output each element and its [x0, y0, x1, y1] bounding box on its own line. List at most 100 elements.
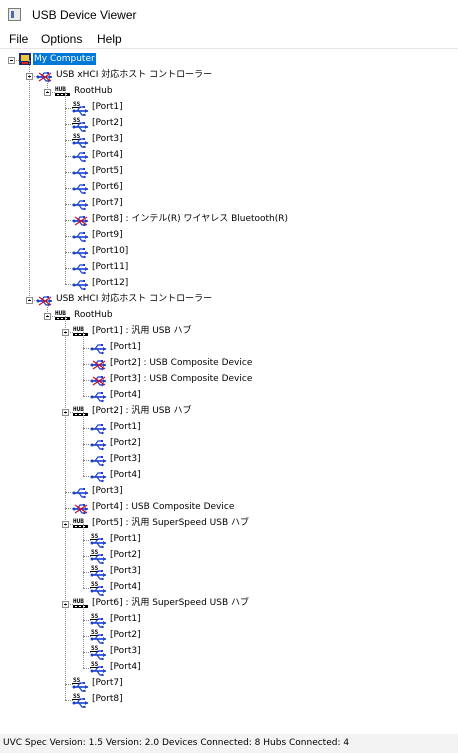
tree-node-label: [Port3] : USB Composite Device	[110, 374, 253, 384]
tree-node-label: [Port4]	[110, 470, 141, 480]
tree-node-label: [Port5]	[92, 166, 123, 176]
tree-node-label: [Port7]	[92, 198, 123, 208]
hub-icon: HUB	[72, 516, 90, 535]
tree-node-label: [Port9]	[92, 230, 123, 240]
tree-node-label: [Port4]	[92, 150, 123, 160]
tree-connector	[83, 652, 91, 653]
tree-node-label: [Port3]	[110, 454, 141, 464]
tree-connector	[65, 140, 73, 141]
tree-node-label: USB xHCI 対応ホスト コントローラー	[56, 70, 213, 80]
tree-connector	[65, 268, 73, 269]
tree-node-label: My Computer	[33, 53, 96, 65]
tree-connector	[83, 428, 91, 429]
tree-guide-line	[65, 316, 66, 700]
tree-connector	[83, 556, 91, 557]
device-tree-view[interactable]: My Computer USB xHCI 対応ホスト コントローラー HUB Roo…	[0, 48, 458, 736]
tree-connector	[65, 188, 73, 189]
tree-node-label: [Port2]	[110, 438, 141, 448]
title-bar: USB Device Viewer	[0, 0, 458, 30]
tree-connector	[83, 540, 91, 541]
tree-node-label: [Port2] : 汎用 USB ハブ	[92, 406, 192, 416]
tree-node-label: RootHub	[74, 86, 113, 96]
tree-connector	[65, 172, 73, 173]
tree-connector	[65, 108, 73, 109]
tree-node-label: [Port4]	[110, 662, 141, 672]
tree-connector	[83, 476, 91, 477]
tree-node-label: [Port1]	[110, 342, 141, 352]
tree-connector	[65, 284, 73, 285]
tree-connector	[83, 636, 91, 637]
tree-node-label: [Port6]	[92, 182, 123, 192]
tree-connector	[83, 460, 91, 461]
tree-connector	[65, 252, 73, 253]
hub-icon: HUB	[72, 596, 90, 615]
tree-connector	[83, 588, 91, 589]
menu-help[interactable]: Help	[97, 32, 122, 46]
hub-icon: HUB	[54, 308, 72, 327]
hub-icon: HUB	[54, 84, 72, 103]
tree-guide-line	[29, 60, 30, 300]
tree-node-label: [Port1]	[110, 422, 141, 432]
hub-icon: HUB	[72, 324, 90, 343]
tree-node-label: [Port10]	[92, 246, 129, 256]
tree-guide-line	[83, 412, 84, 476]
tree-node-label: [Port11]	[92, 262, 129, 272]
tree-connector	[83, 668, 91, 669]
tree-node-label: [Port1] : 汎用 USB ハブ	[92, 326, 192, 336]
tree-node-label: [Port3]	[92, 134, 123, 144]
tree-connector	[65, 204, 73, 205]
tree-guide-line	[83, 604, 84, 668]
app-window-icon	[8, 8, 21, 21]
tree-node-label: [Port1]	[92, 102, 123, 112]
tree-connector	[65, 220, 73, 221]
tree-node-label: [Port8]	[92, 694, 123, 704]
tree-connector	[83, 380, 91, 381]
tree-node-label: [Port2] : USB Composite Device	[110, 358, 253, 368]
tree-connector	[83, 572, 91, 573]
status-text: UVC Spec Version: 1.5 Version: 2.0 Devic…	[3, 738, 350, 748]
tree-connector	[65, 124, 73, 125]
menu-bar: File Options Help	[0, 30, 458, 48]
menu-options[interactable]: Options	[41, 32, 82, 46]
tree-node-label: [Port6] : 汎用 SuperSpeed USB ハブ	[92, 598, 249, 608]
collapse-toggle[interactable]	[8, 57, 15, 64]
tree-connector	[65, 700, 73, 701]
tree-node-label: RootHub	[74, 310, 113, 320]
tree-node-label: [Port1]	[110, 614, 141, 624]
tree-node-label: [Port1]	[110, 534, 141, 544]
superspeed-usb-icon: SS	[72, 692, 90, 711]
tree-connector	[83, 444, 91, 445]
tree-connector	[65, 684, 73, 685]
tree-node-label: [Port3]	[92, 486, 123, 496]
tree-node-label: [Port3]	[110, 566, 141, 576]
tree-guide-line	[65, 92, 66, 284]
tree-node-label: USB xHCI 対応ホスト コントローラー	[56, 294, 213, 304]
tree-node-label: [Port3]	[110, 646, 141, 656]
tree-connector	[65, 508, 73, 509]
tree-guide-line	[83, 332, 84, 396]
tree-node-label: [Port2]	[110, 550, 141, 560]
controller-icon	[36, 68, 54, 87]
window-title: USB Device Viewer	[32, 8, 137, 22]
tree-connector	[65, 156, 73, 157]
tree-node-label: [Port5] : 汎用 SuperSpeed USB ハブ	[92, 518, 249, 528]
tree-connector	[83, 364, 91, 365]
tree-node-label: [Port12]	[92, 278, 129, 288]
status-bar: UVC Spec Version: 1.5 Version: 2.0 Devic…	[0, 734, 458, 753]
controller-icon	[36, 292, 54, 311]
tree-connector	[65, 492, 73, 493]
tree-node-label: [Port2]	[92, 118, 123, 128]
tree-connector	[83, 620, 91, 621]
tree-node-label: [Port4] : USB Composite Device	[92, 502, 235, 512]
tree-guide-line	[83, 524, 84, 588]
tree-node-label: [Port4]	[110, 390, 141, 400]
tree-node-label: [Port7]	[92, 678, 123, 688]
tree-node-label: [Port4]	[110, 582, 141, 592]
tree-node-label: [Port8] : インテル(R) ワイヤレス Bluetooth(R)	[92, 214, 289, 224]
hub-icon: HUB	[72, 404, 90, 423]
device-tree: My Computer USB xHCI 対応ホスト コントローラー HUB Roo…	[0, 49, 458, 735]
tree-connector	[83, 348, 91, 349]
menu-file[interactable]: File	[9, 32, 28, 46]
tree-connector	[65, 236, 73, 237]
tree-guide-line	[47, 300, 48, 316]
